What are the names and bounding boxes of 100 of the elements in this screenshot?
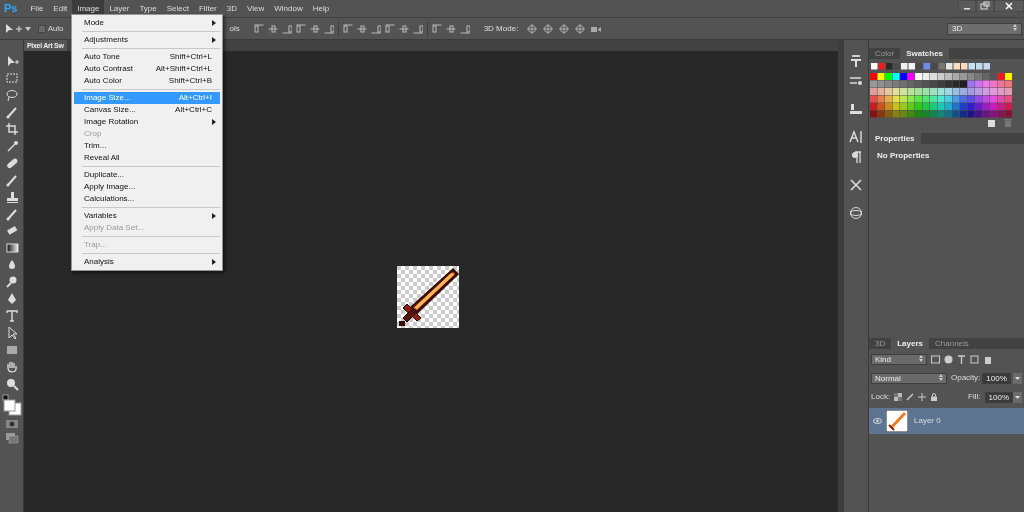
3d-sphere-icon[interactable] (849, 206, 863, 220)
caret-icon[interactable] (24, 25, 32, 32)
opacity-label: Opacity: (951, 372, 981, 384)
menu-option[interactable]: Image Rotation (74, 116, 220, 128)
align-icon[interactable] (281, 23, 292, 34)
smart-object-filter-icon[interactable] (983, 355, 992, 364)
menu-option[interactable]: Apply Image... (74, 181, 220, 193)
align-icon[interactable] (253, 23, 264, 34)
dashed-rectangle-icon[interactable] (4, 71, 19, 85)
menu-option[interactable]: Adjustments (74, 34, 220, 46)
caret-icon[interactable] (1013, 391, 1022, 403)
zoom-icon[interactable] (4, 377, 19, 391)
type-filter-icon[interactable] (957, 355, 966, 364)
menu-item[interactable]: 3D (221, 0, 242, 17)
menu-item[interactable]: Window (269, 0, 308, 17)
close-button[interactable] (994, 0, 1024, 12)
align-icon[interactable] (398, 23, 409, 34)
minimize-button[interactable] (958, 0, 976, 12)
align-icon[interactable] (323, 23, 334, 34)
brush-icon[interactable] (4, 207, 19, 221)
menu-option[interactable]: Reveal All (74, 152, 220, 164)
menu-item[interactable]: Edit (48, 0, 73, 17)
menu-option[interactable]: Canvas Size... Alt+Ctrl+C (74, 104, 220, 116)
type-tool-icon[interactable] (4, 309, 19, 323)
menu-option[interactable]: Auto Contrast Alt+Shift+Ctrl+L (74, 63, 220, 75)
image-filter-icon[interactable] (931, 355, 940, 364)
panel-tab[interactable]: 3D (869, 338, 892, 349)
workspace-dropdown[interactable]: 3D (947, 22, 1022, 35)
align-icon[interactable] (309, 23, 320, 34)
lasso-icon[interactable] (4, 88, 19, 102)
brush-icon[interactable] (4, 105, 19, 119)
menu-item[interactable]: Help (307, 0, 335, 17)
auto-select-checkbox[interactable] (38, 24, 46, 33)
lock-icon[interactable] (930, 393, 939, 401)
color-swatches-icon[interactable] (1, 394, 22, 416)
stamp-icon[interactable] (4, 190, 19, 204)
new-swatch-icon[interactable] (988, 119, 996, 127)
drag-3d-icon[interactable] (558, 23, 571, 34)
shape-filter-icon[interactable] (970, 355, 979, 364)
magnifier-icon[interactable] (4, 275, 19, 289)
menu-item[interactable]: View (242, 0, 270, 17)
menu-option[interactable]: Calculations... (74, 193, 220, 205)
slide-3d-icon[interactable] (574, 23, 587, 34)
layer-row[interactable]: Layer 0 (869, 408, 1024, 434)
align-icon[interactable] (267, 23, 278, 34)
panel-tab[interactable]: Color (869, 48, 901, 59)
menu-item[interactable]: Type (134, 0, 162, 17)
character-icon[interactable] (849, 130, 863, 144)
panel-tab[interactable]: Channels (929, 338, 975, 349)
panel-tab[interactable]: Layers (891, 338, 930, 349)
move-tool-icon[interactable] (4, 22, 24, 35)
align-icon[interactable] (459, 23, 470, 34)
menu-option[interactable]: Auto Color Shift+Ctrl+B (74, 75, 220, 87)
caret-icon[interactable] (1012, 372, 1022, 384)
align-icon[interactable] (412, 23, 423, 34)
menu-option[interactable]: Trim... (74, 140, 220, 152)
brush-icon[interactable] (4, 173, 19, 187)
updown-icon (939, 373, 943, 381)
menu-option[interactable]: Mode (74, 17, 220, 29)
brush-icon[interactable] (906, 393, 915, 401)
lock-pixels-icon[interactable] (894, 393, 903, 401)
menu-item[interactable]: Filter (194, 0, 222, 17)
clone-source-icon[interactable] (849, 102, 863, 116)
align-icon[interactable] (342, 23, 353, 34)
filter-dropdown[interactable]: Kind (871, 354, 927, 365)
gradient-icon[interactable] (4, 241, 19, 255)
rectangle-icon[interactable] (4, 343, 19, 357)
opacity-field[interactable]: 100% (982, 372, 1011, 384)
quick-mask-icon[interactable] (4, 419, 19, 429)
eye-icon[interactable] (873, 418, 882, 424)
menu-option[interactable]: Analysis (74, 256, 220, 268)
menu-option[interactable]: Duplicate... (74, 169, 220, 181)
align-icon[interactable] (384, 23, 395, 34)
panel-tab[interactable]: Swatches (900, 48, 950, 59)
brush-settings-icon[interactable] (849, 74, 863, 88)
align-icon[interactable] (370, 23, 381, 34)
align-icon[interactable] (356, 23, 367, 34)
rotate-3d-icon[interactable] (526, 23, 539, 34)
crop-icon[interactable] (4, 122, 19, 136)
align-icon[interactable] (431, 23, 442, 34)
align-icon[interactable] (445, 23, 456, 34)
align-icon[interactable] (295, 23, 306, 34)
blend-mode-dropdown[interactable]: Normal (871, 372, 947, 384)
menu-option[interactable]: Auto Tone Shift+Ctrl+L (74, 51, 220, 63)
menu-item[interactable]: File (25, 0, 49, 17)
roll-3d-icon[interactable] (542, 23, 555, 34)
history-icon[interactable] (849, 54, 863, 68)
tools-icon[interactable] (849, 178, 863, 192)
eraser-icon[interactable] (4, 224, 19, 238)
menu-option[interactable]: Variables (74, 210, 220, 222)
screen-mode-icon[interactable] (4, 432, 19, 444)
paragraph-icon[interactable] (849, 150, 863, 164)
menu-item[interactable]: Select (161, 0, 194, 17)
menu-item[interactable]: Layer (104, 0, 135, 17)
layer-name[interactable]: Layer 0 (914, 415, 941, 427)
move-icon[interactable] (918, 393, 927, 401)
restore-button[interactable] (976, 0, 994, 12)
circle-filter-icon[interactable] (944, 355, 953, 364)
fill-field[interactable]: 100% (984, 391, 1013, 403)
panel-tab[interactable]: Properties (869, 133, 921, 144)
